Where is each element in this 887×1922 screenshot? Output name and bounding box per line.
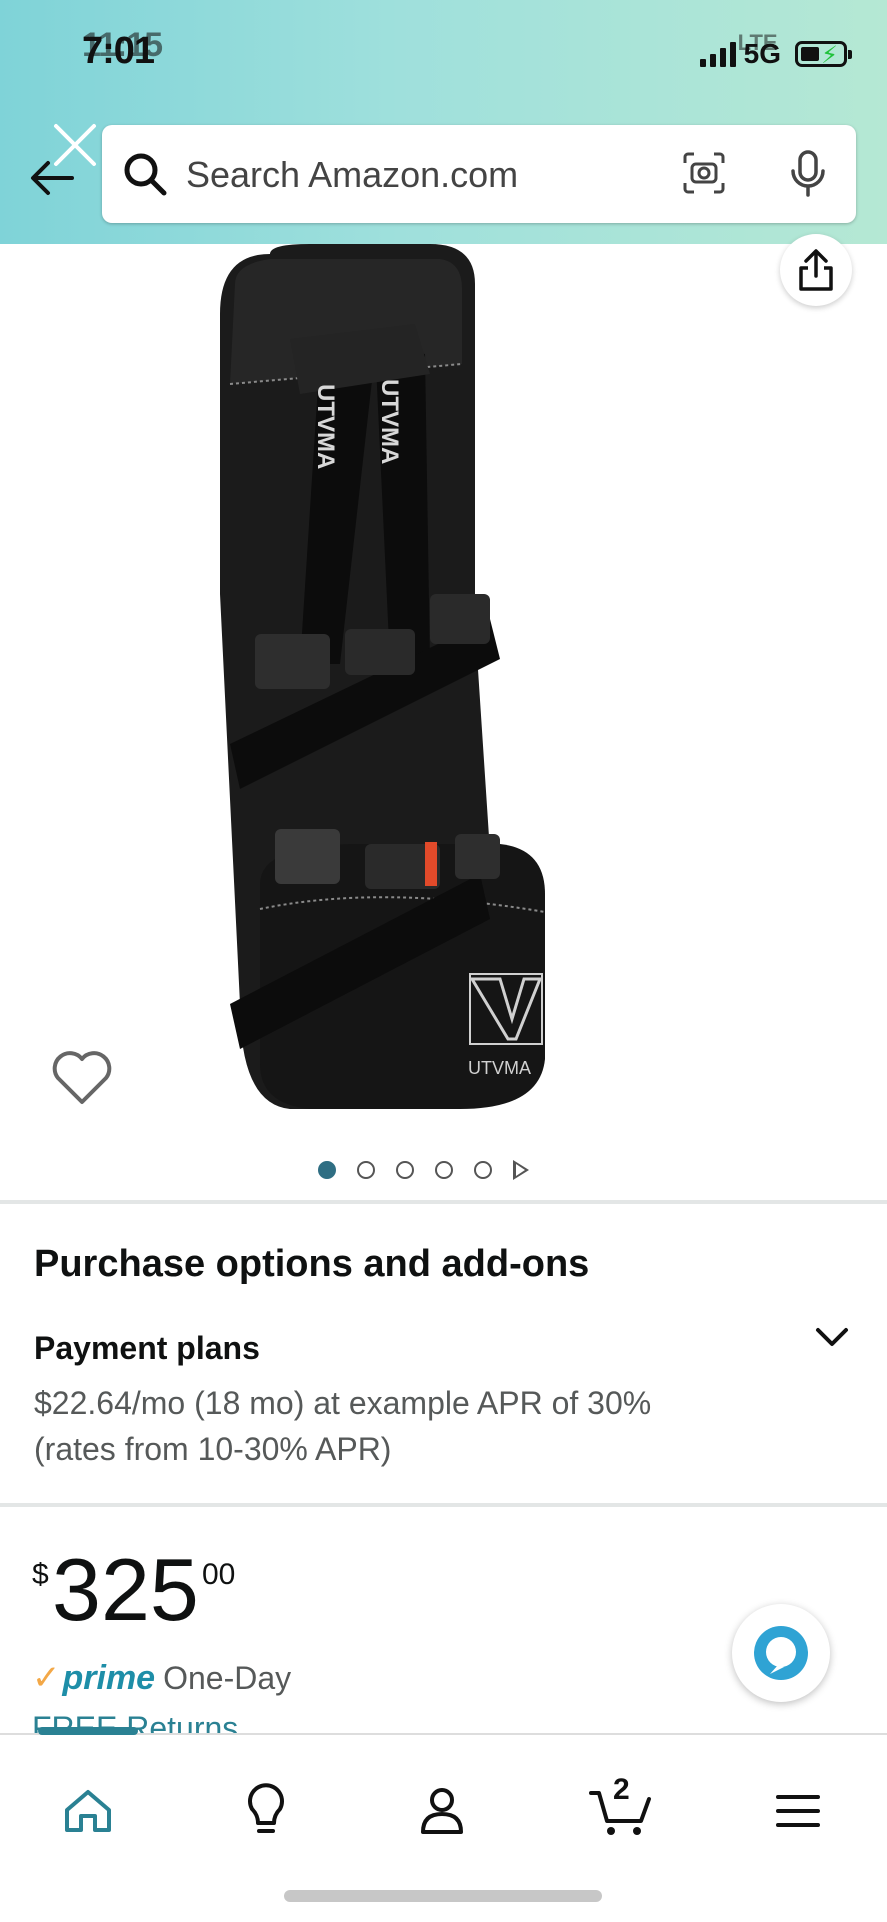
search-bar[interactable] [102,125,856,223]
alexa-button[interactable] [732,1604,830,1702]
nav-menu[interactable] [762,1775,834,1847]
strap-logo-left: UTVMA [312,384,339,469]
prime-logo: prime [62,1658,156,1697]
alexa-icon [754,1626,808,1680]
cart-count-badge: 2 [613,1773,630,1806]
wishlist-heart-icon[interactable] [52,1050,112,1106]
status-indicators: LTE 5G ⚡ [699,30,852,70]
bottom-navigation: 2 [0,1727,887,1922]
carousel-dot[interactable] [318,1161,336,1179]
prime-delivery: ✓ prime One-Day [32,1658,291,1698]
prime-speed: One-Day [163,1659,292,1696]
carousel-dot[interactable] [435,1161,453,1179]
payment-plans-description: $22.64/mo (18 mo) at example APR of 30% … [34,1385,652,1467]
nav-home[interactable] [52,1775,124,1847]
search-input[interactable] [184,147,748,203]
nav-inspire[interactable] [230,1775,302,1847]
hamburger-menu-icon [776,1795,820,1827]
chevron-down-icon[interactable] [812,1322,852,1352]
price-fraction: 00 [202,1558,236,1591]
carousel-dot[interactable] [474,1161,492,1179]
close-icon[interactable] [50,120,100,170]
carousel-dot[interactable] [396,1161,414,1179]
section-title-purchase-options: Purchase options and add-ons [34,1243,590,1285]
battery-icon: ⚡ [795,41,852,69]
price-symbol: $ [32,1558,49,1591]
user-icon [421,1788,463,1834]
camera-search-icon[interactable] [682,151,726,195]
microphone-icon[interactable] [788,149,828,199]
cushion-logo-text: UTVMA [468,1058,531,1078]
share-icon [799,249,833,291]
play-video-icon[interactable] [513,1160,529,1180]
header: 11:15 7:01 LTE 5G ⚡ [0,0,887,244]
strap-logo-right: UTVMA [376,379,403,464]
home-icon [65,1790,111,1832]
share-button[interactable] [780,234,852,306]
nav-cart[interactable]: 2 [585,1773,657,1847]
search-icon [124,153,167,196]
home-indicator[interactable] [284,1890,602,1902]
signal-icon [699,41,736,67]
image-carousel-dots[interactable] [318,1160,529,1180]
carousel-dot[interactable] [357,1161,375,1179]
nav-account[interactable] [406,1775,478,1847]
divider [0,1503,887,1507]
network-overlay: LTE [737,30,778,55]
lightbulb-icon [248,1783,284,1833]
active-tab-indicator [38,1727,138,1735]
prime-check-icon: ✓ [32,1659,61,1697]
payment-plans-title[interactable]: Payment plans [34,1330,260,1367]
divider [0,1200,887,1204]
price-whole: 325 [52,1540,199,1639]
status-time-overlay: 11:15 [82,26,163,64]
product-image[interactable]: UTVMA UTVMA UTVMA [200,244,670,1114]
status-time: 11:15 7:01 [82,26,163,72]
network-label: LTE 5G [737,30,781,69]
